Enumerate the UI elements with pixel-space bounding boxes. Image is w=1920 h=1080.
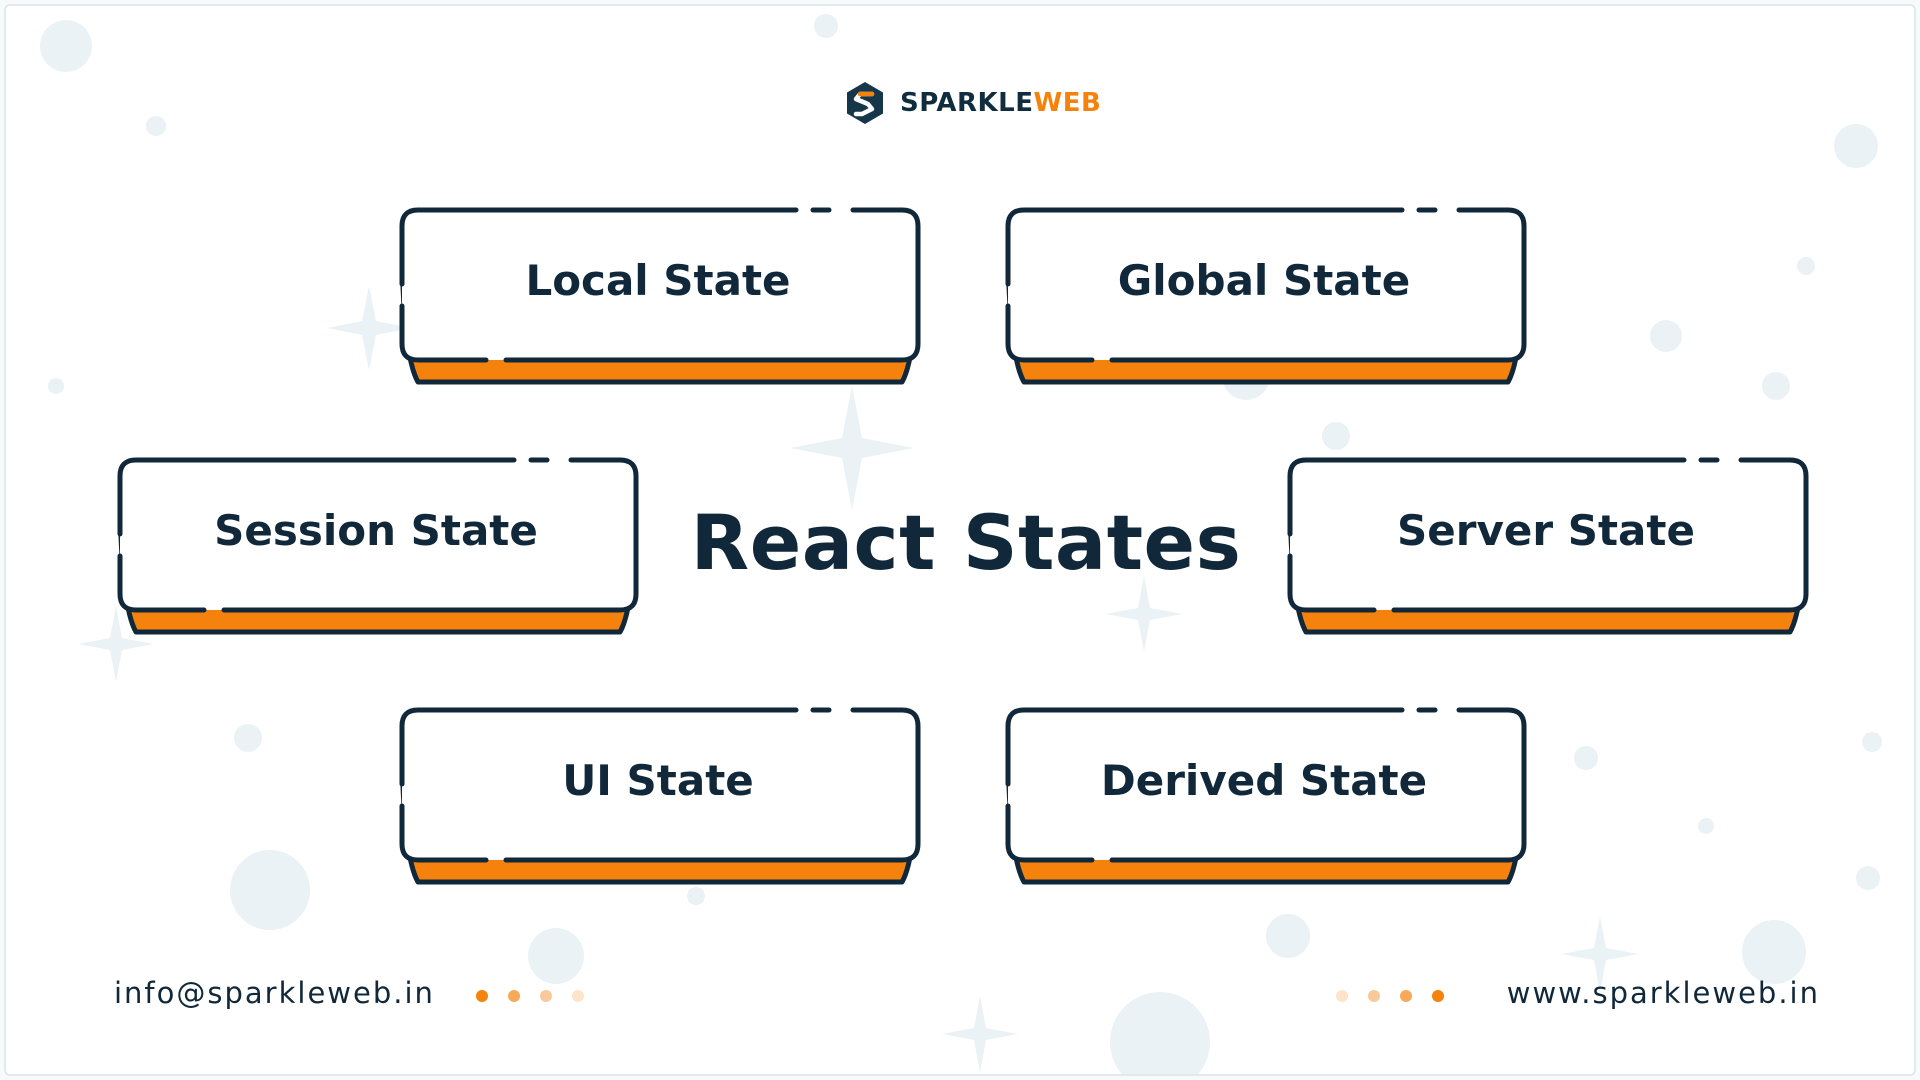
dot	[1400, 990, 1412, 1002]
card-derived-state: Derived State	[1002, 704, 1532, 889]
dot	[540, 990, 552, 1002]
page-title: React States	[690, 498, 1242, 587]
footer-dots-left	[476, 990, 584, 1002]
card-session-state: Session State	[114, 454, 644, 639]
logo-wordmark: SPARKLEWEB	[900, 88, 1101, 118]
card-local-state: Local State	[396, 204, 926, 389]
dot	[1336, 990, 1348, 1002]
card-server-state: Server State	[1284, 454, 1814, 639]
sparkleweb-hexagon-s-icon	[847, 82, 883, 124]
card-label: Session State	[214, 506, 538, 555]
footer-dots-right	[1336, 990, 1444, 1002]
logo-word-web: WEB	[1033, 88, 1102, 118]
footer-email[interactable]: info@sparkleweb.in	[114, 976, 435, 1010]
card-label: UI State	[562, 756, 754, 805]
logo-word-sparkle: SPARKLE	[900, 88, 1034, 118]
footer-website[interactable]: www.sparkleweb.in	[1490, 976, 1820, 1010]
dot	[476, 990, 488, 1002]
slide-frame: SPARKLEWEB Local State Global State Sess…	[4, 4, 1916, 1076]
dot	[1368, 990, 1380, 1002]
card-label: Server State	[1397, 506, 1695, 555]
card-ui-state: UI State	[396, 704, 926, 889]
card-label: Global State	[1117, 256, 1411, 305]
card-label: Derived State	[1100, 756, 1428, 805]
dot	[1432, 990, 1444, 1002]
dot	[508, 990, 520, 1002]
card-label: Local State	[525, 256, 791, 305]
logo: SPARKLEWEB	[842, 80, 1101, 126]
card-global-state: Global State	[1002, 204, 1532, 389]
dot	[572, 990, 584, 1002]
